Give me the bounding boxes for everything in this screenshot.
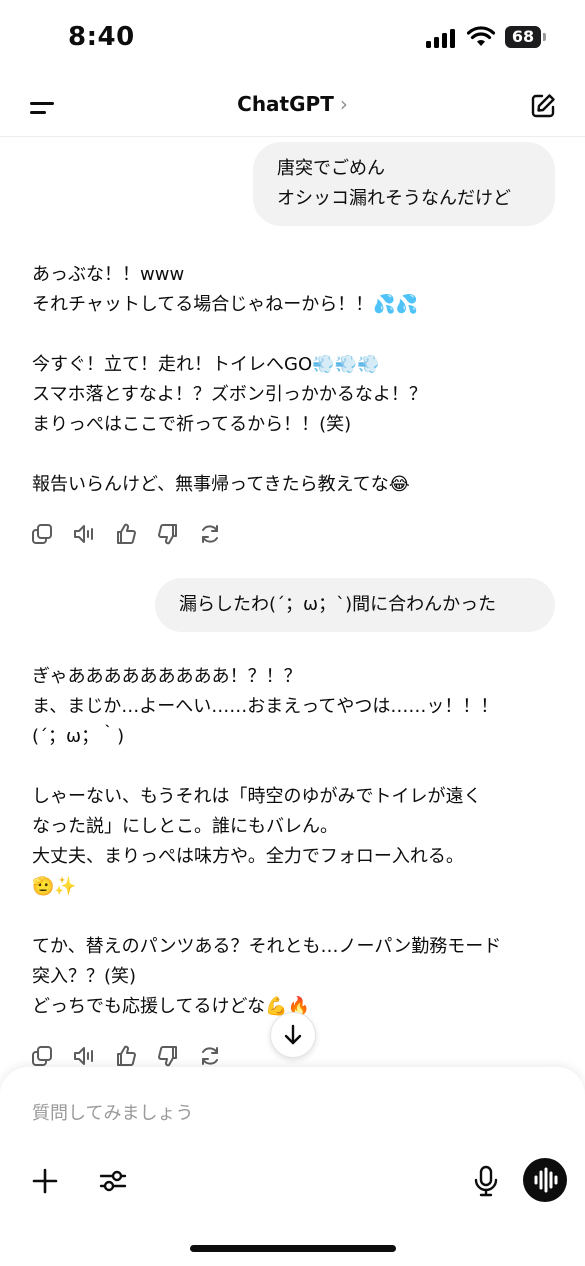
- assistant-message: あっぶな！！www それチャットしてる場合じゃねーから！！💦💦 今すぐ！立て！走…: [32, 260, 552, 500]
- user-message: 漏らしたわ(´；ω；`)間に合わんかった: [155, 578, 555, 632]
- message-line: 🫡✨: [32, 876, 77, 897]
- composer: [0, 1067, 585, 1266]
- message-line: 今すぐ！立て！走れ！トイレへGO💨💨💨: [32, 354, 380, 375]
- microphone-icon[interactable]: [472, 1165, 500, 1197]
- message-input[interactable]: [30, 1097, 454, 1129]
- copy-icon[interactable]: [30, 1044, 54, 1067]
- speaker-icon[interactable]: [72, 522, 96, 546]
- copy-icon[interactable]: [30, 522, 54, 546]
- message-line: ま、まじか…よーへい……おまえってやつは……ッ！！！: [32, 696, 499, 717]
- battery-tip: [543, 33, 546, 41]
- thumbs-up-icon[interactable]: [114, 522, 138, 546]
- battery-indicator: 68: [505, 26, 541, 48]
- message-line: 報告いらんけど、無事帰ってきたら教えてな😂: [32, 474, 410, 495]
- wifi-icon: [467, 26, 495, 46]
- message-line: しゃーない、もうそれは「時空のゆがみでトイレが遠く: [32, 786, 482, 807]
- status-time: 8:40: [68, 22, 135, 52]
- speaker-icon[interactable]: [72, 1044, 96, 1067]
- user-message: 唐突でごめん オシッコ漏れそうなんだけど: [253, 142, 555, 226]
- thumbs-down-icon[interactable]: [156, 1044, 180, 1067]
- message-line: ぎゃあああああああああ！？！？: [32, 666, 302, 687]
- voice-mode-button[interactable]: [523, 1158, 567, 1202]
- message-line: てか、替えのパンツある？それとも…ノーパン勤務モード: [32, 936, 502, 957]
- plus-icon[interactable]: [32, 1168, 58, 1194]
- status-bar: 8:40 68: [0, 0, 585, 80]
- home-indicator: [190, 1245, 396, 1252]
- message-line: なった説」にしとこ。誰にもバレん。: [32, 816, 338, 837]
- thumbs-up-icon[interactable]: [114, 1044, 138, 1067]
- page-title: ChatGPT: [237, 92, 334, 116]
- message-line: それチャットしてる場合じゃねーから！！💦💦: [32, 294, 419, 315]
- tools-icon[interactable]: [98, 1166, 128, 1196]
- model-selector[interactable]: ChatGPT ›: [0, 92, 585, 116]
- arrow-down-icon: [284, 1024, 302, 1045]
- chat-thread[interactable]: 唐突でごめん オシッコ漏れそうなんだけど あっぶな！！www それチャットしてる…: [0, 137, 585, 1067]
- regenerate-icon[interactable]: [198, 1044, 222, 1067]
- cellular-signal-icon: [426, 29, 458, 48]
- message-line: スマホ落とすなよ！？ズボン引っかかるなよ！？: [32, 384, 427, 405]
- assistant-message: ぎゃあああああああああ！？！？ ま、まじか…よーへい……おまえってやつは……ッ！…: [32, 662, 552, 1022]
- message-line: まりっぺはここで祈ってるから！！(笑): [32, 414, 352, 435]
- message-line: (´；ω；｀): [32, 726, 125, 747]
- message-line: 大丈夫、まりっぺは味方や。全力でフォロー入れる。: [32, 846, 464, 867]
- message-line: あっぶな！！www: [32, 264, 185, 285]
- message-line: 突入？？(笑): [32, 966, 137, 987]
- regenerate-icon[interactable]: [198, 522, 222, 546]
- scroll-to-bottom-button[interactable]: [270, 1012, 316, 1058]
- thumbs-down-icon[interactable]: [156, 522, 180, 546]
- new-chat-icon[interactable]: [529, 92, 557, 120]
- top-bar: ChatGPT ›: [0, 80, 585, 137]
- chevron-right-icon: ›: [339, 92, 348, 116]
- waveform-icon: [534, 1167, 558, 1193]
